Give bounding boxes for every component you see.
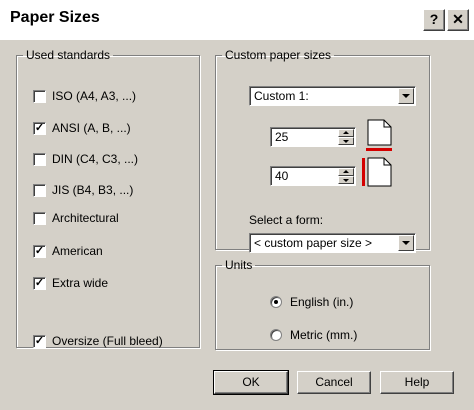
checkbox-architectural[interactable]: Architectural — [33, 210, 119, 226]
width-spinner[interactable]: 25 — [270, 127, 356, 147]
checkbox-box[interactable]: ✓ — [33, 121, 46, 135]
radio-button[interactable] — [270, 329, 282, 341]
ok-button[interactable]: OK — [213, 370, 289, 395]
form-value: < custom paper size > — [254, 236, 373, 250]
checkbox-box[interactable] — [33, 211, 46, 225]
checkbox-label: Architectural — [52, 211, 119, 225]
radio-button[interactable] — [270, 296, 282, 308]
checkbox-box[interactable] — [33, 183, 46, 197]
checkbox-box[interactable] — [33, 152, 46, 166]
checkbox-box[interactable]: ✓ — [33, 244, 46, 258]
question-icon: ? — [429, 11, 439, 27]
height-value: 40 — [275, 169, 289, 183]
width-down-button[interactable] — [338, 137, 354, 145]
close-button[interactable]: ✕ — [447, 9, 469, 31]
checkbox-box[interactable] — [33, 89, 46, 103]
checkbox-label: American — [52, 244, 103, 258]
units-group: Units English (in.) Metric (mm.) — [215, 258, 430, 350]
custom-size-select[interactable]: Custom 1: — [249, 86, 416, 106]
radio-label: Metric (mm.) — [290, 328, 358, 342]
checkbox-din[interactable]: DIN (C4, C3, ...) — [33, 151, 138, 167]
units-legend: Units — [225, 258, 253, 272]
custom-paper-sizes-legend: Custom paper sizes — [225, 48, 332, 62]
custom-paper-sizes-group: Custom paper sizes Custom 1: 25 40 Selec… — [215, 48, 430, 253]
checkbox-extra-wide[interactable]: ✓ Extra wide — [33, 275, 108, 291]
form-select[interactable]: < custom paper size > — [249, 233, 416, 253]
used-standards-group: Used standards ISO (A4, A3, ...) ✓ ANSI … — [16, 48, 200, 348]
checkbox-box[interactable]: ✓ — [33, 276, 46, 290]
height-spinner[interactable]: 40 — [270, 166, 356, 186]
width-value: 25 — [275, 130, 289, 144]
radio-english[interactable]: English (in.) — [270, 294, 353, 310]
paper-width-icon — [366, 119, 392, 151]
help-title-button[interactable]: ? — [423, 9, 445, 31]
checkbox-ansi[interactable]: ✓ ANSI (A, B, ...) — [33, 120, 131, 136]
used-standards-legend: Used standards — [26, 48, 111, 62]
radio-metric[interactable]: Metric (mm.) — [270, 327, 357, 343]
help-button[interactable]: Help — [380, 371, 454, 394]
cancel-button[interactable]: Cancel — [297, 371, 371, 394]
checkbox-oversize[interactable]: ✓ Oversize (Full bleed) — [33, 333, 163, 349]
paper-sizes-dialog: Used standards ISO (A4, A3, ...) ✓ ANSI … — [0, 40, 474, 410]
chevron-down-icon[interactable] — [398, 88, 414, 104]
paper-height-icon — [362, 157, 392, 187]
checkbox-jis[interactable]: JIS (B4, B3, ...) — [33, 182, 133, 198]
title-bar: Paper Sizes ? ✕ — [0, 0, 474, 40]
checkbox-american[interactable]: ✓ American — [33, 243, 103, 259]
close-icon: ✕ — [452, 11, 464, 27]
checkbox-label: ISO (A4, A3, ...) — [52, 89, 137, 103]
checkbox-box[interactable]: ✓ — [33, 334, 46, 348]
checkbox-label: DIN (C4, C3, ...) — [52, 152, 139, 166]
checkbox-label: JIS (B4, B3, ...) — [52, 183, 134, 197]
radio-label: English (in.) — [290, 295, 354, 309]
custom-size-value: Custom 1: — [254, 89, 309, 103]
window-title: Paper Sizes — [10, 9, 100, 26]
checkbox-label: Extra wide — [52, 276, 109, 290]
select-form-label: Select a form: — [249, 213, 324, 227]
height-up-button[interactable] — [338, 168, 354, 176]
checkbox-label: ANSI (A, B, ...) — [52, 121, 131, 135]
chevron-down-icon[interactable] — [398, 235, 414, 251]
checkbox-iso[interactable]: ISO (A4, A3, ...) — [33, 88, 136, 104]
width-up-button[interactable] — [338, 129, 354, 137]
checkbox-label: Oversize (Full bleed) — [52, 334, 163, 348]
height-down-button[interactable] — [338, 176, 354, 184]
